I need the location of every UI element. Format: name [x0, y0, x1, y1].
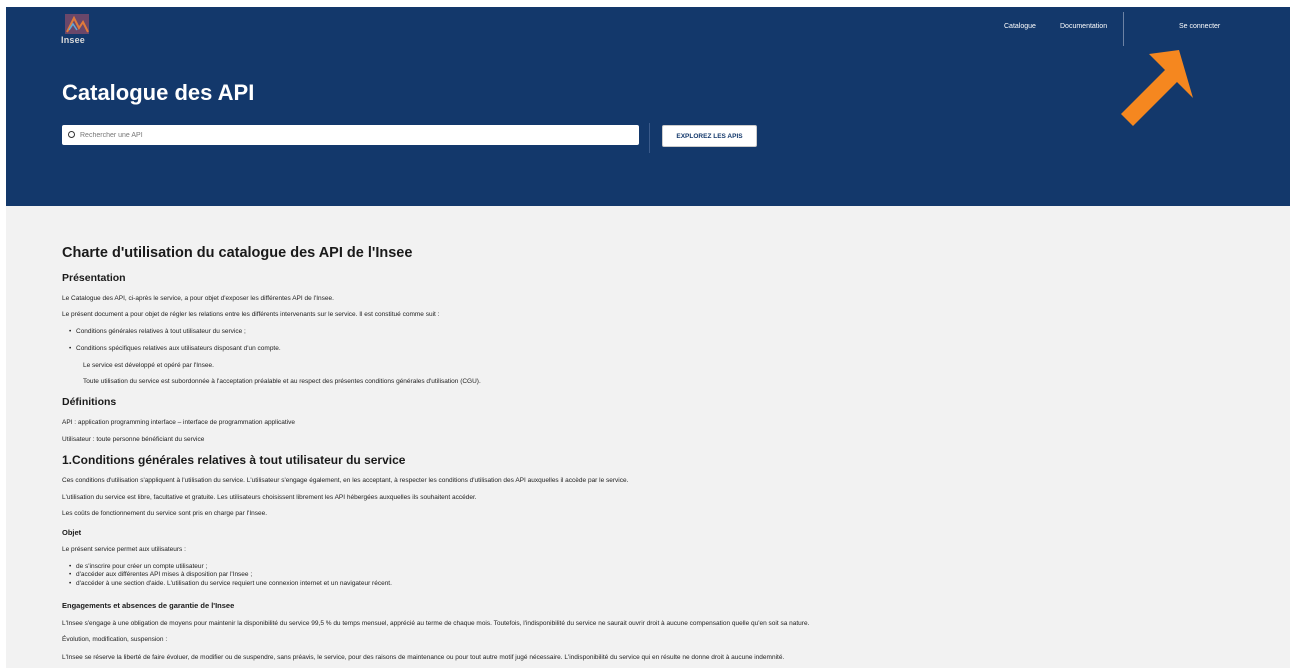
hero-banner: Insee Catalogue Documentation Se connect… — [6, 7, 1290, 206]
section-heading-conditions: 1.Conditions générales relatives à tout … — [62, 453, 406, 467]
page: Insee Catalogue Documentation Se connect… — [0, 0, 1290, 668]
paragraph: API : application programming interface … — [62, 419, 296, 426]
list-item: Conditions spécifiques relatives aux uti… — [69, 345, 281, 353]
section-heading-presentation: Présentation — [62, 272, 126, 284]
document-title: Charte d'utilisation du catalogue des AP… — [62, 245, 413, 261]
section-heading-engagements: Engagements et absences de garantie de l… — [62, 601, 235, 610]
paragraph: Les coûts de fonctionnement du service s… — [62, 510, 268, 517]
paragraph: Le présent service permet aux utilisateu… — [62, 546, 186, 553]
nav-catalogue-link[interactable]: Catalogue — [1004, 23, 1036, 30]
list-item: d'accéder à une section d'aide. L'utilis… — [69, 580, 392, 588]
list-item: Conditions générales relatives à tout ut… — [69, 328, 246, 336]
search-divider — [649, 123, 650, 153]
paragraph: L'Insee se réserve la liberté de faire é… — [62, 654, 785, 661]
list-item: de s'inscrire pour créer un compte utili… — [69, 563, 207, 571]
paragraph: Le service est développé et opéré par l'… — [83, 362, 214, 369]
search-icon — [68, 131, 75, 138]
section-heading-definitions: Définitions — [62, 396, 117, 408]
search-input[interactable] — [80, 125, 630, 145]
paragraph: Utilisateur : toute personne bénéficiant… — [62, 436, 205, 443]
nav-divider — [1123, 12, 1124, 46]
explore-apis-button[interactable]: EXPLOREZ LES APIS — [662, 125, 757, 147]
paragraph: Le Catalogue des API, ci-après le servic… — [62, 295, 334, 302]
paragraph: Toute utilisation du service est subordo… — [83, 378, 481, 385]
pointer-arrow-icon — [1121, 50, 1193, 126]
search-box[interactable] — [62, 125, 639, 145]
login-link[interactable]: Se connecter — [1179, 23, 1220, 30]
paragraph: Le présent document a pour objet de régl… — [62, 311, 440, 318]
paragraph: Ces conditions d'utilisation s'appliquen… — [62, 477, 629, 484]
hero-title: Catalogue des API — [62, 80, 255, 105]
paragraph: Évolution, modification, suspension : — [62, 636, 168, 643]
section-heading-objet: Objet — [62, 528, 82, 537]
paragraph: L'Insee s'engage à une obligation de moy… — [62, 620, 810, 627]
list-item: d'accéder aux différentes API mises à di… — [69, 571, 252, 579]
insee-logo-text: Insee — [61, 35, 86, 45]
paragraph: L'utilisation du service est libre, facu… — [62, 494, 477, 501]
nav-documentation-link[interactable]: Documentation — [1060, 23, 1107, 30]
